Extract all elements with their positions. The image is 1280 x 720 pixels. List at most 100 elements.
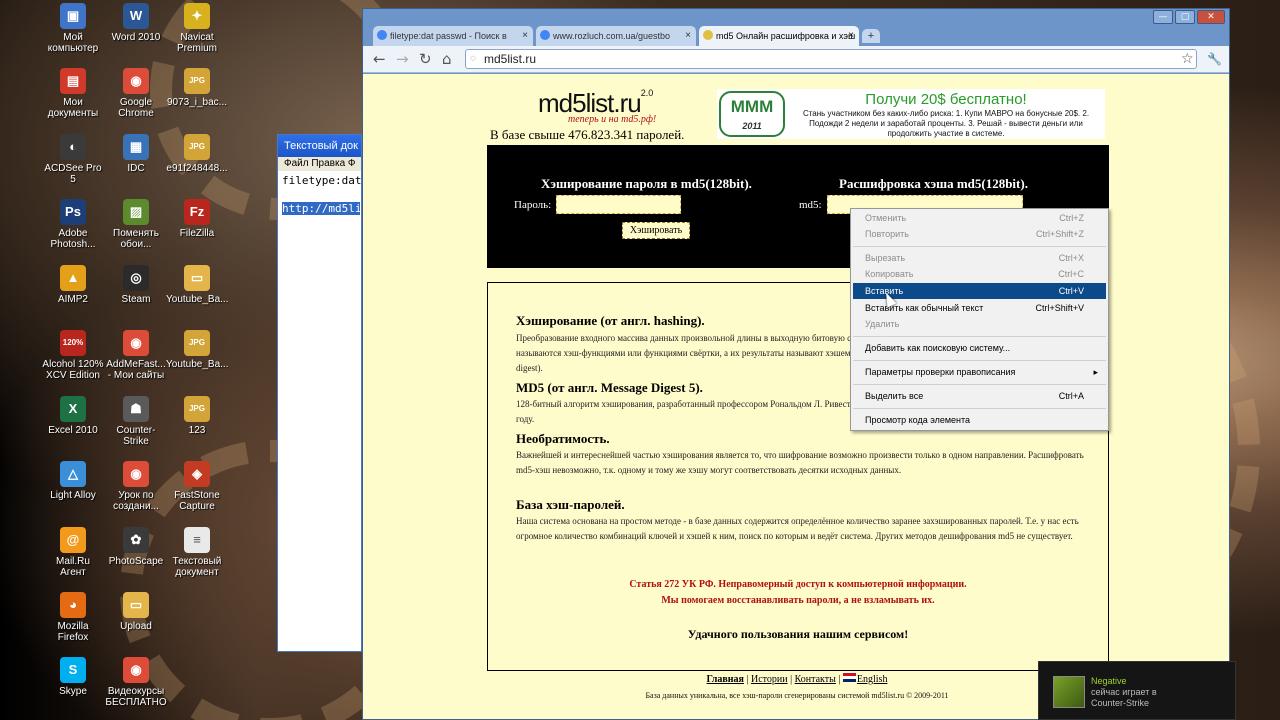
menu-separator [853,384,1106,385]
desktop-icon-jpg-file[interactable]: JPG e91f248448... [166,134,228,174]
desktop-icon-photoshop[interactable]: Ps Adobe Photosh... [42,199,104,250]
menu-item-redo[interactable]: Повторить Ctrl+Shift+Z [853,226,1106,242]
menu-item-shortcut: Ctrl+V [1058,286,1084,296]
desktop-icon-mailru[interactable]: @ Mail.Ru Агент [42,527,104,578]
forward-arrow-icon[interactable]: → [396,50,409,68]
ad-banner[interactable]: МММ 2011 Получи 20$ бесплатно! Стань учас… [717,89,1105,139]
tab-label: filetype:dat passwd - Поиск в [390,31,507,41]
menu-item-label: Просмотр кода элемента [865,415,971,425]
desktop-icon-counter-strike[interactable]: ☗ Counter-Strike [105,396,167,447]
tab-close-icon[interactable]: × [848,26,854,46]
menu-item-select-all[interactable]: Выделить все Ctrl+A [853,388,1106,404]
desktop-icon-firefox[interactable]: ◕ Mozilla Firefox [42,592,104,643]
desktop-icon-light-alloy[interactable]: △ Light Alloy [42,461,104,501]
desktop-icon-label: Light Alloy [50,490,96,501]
desktop-icon-text-document[interactable]: ≡ Текстовый документ [166,527,228,578]
folder-icon: ▭ [123,592,149,618]
desktop-icon-wallpaper[interactable]: ▨ Поменять обои... [105,199,167,250]
footer-link-english[interactable]: English [857,674,888,685]
footer-link-contacts[interactable]: Контакты [795,674,836,685]
notepad-title[interactable]: Текстовый док [278,135,361,157]
desktop-icon-label: Видеокурсы БЕСПЛАТНО [105,686,167,708]
desktop-icon-jpg-file[interactable]: JPG 123 [166,396,228,436]
address-bar[interactable]: ◌ md5list.ru [465,49,1197,69]
password-input[interactable] [556,195,681,214]
notepad-window[interactable]: Текстовый док Файл Правка Ф filetype:dat… [277,134,362,652]
desktop-icon-acdsee[interactable]: ◐ ACDSee Pro 5 [42,134,104,185]
tab-google-search[interactable]: filetype:dat passwd - Поиск в × [373,26,533,46]
footer-link-home[interactable]: Главная [707,674,744,685]
tab-md5list[interactable]: md5 Онлайн расшифровка и хэш × [699,26,859,46]
avatar [1053,676,1085,708]
desktop-icon-my-documents[interactable]: ▤ Мои документы [42,68,104,119]
desktop-icon-aimp[interactable]: ▲ AIMP2 [42,265,104,305]
folder-icon: ▤ [60,68,86,94]
notepad-menu[interactable]: Файл Правка Ф [278,157,361,171]
menu-item-copy[interactable]: Копировать Ctrl+C [853,266,1106,282]
menu-item-cut[interactable]: Вырезать Ctrl+X [853,250,1106,266]
desktop-icon-jpg-file[interactable]: JPG 9073_i_bac... [166,68,228,108]
maximize-button[interactable]: ▢ [1175,10,1195,24]
desktop-icon-label: e91f248448... [166,163,228,174]
computer-icon: ▣ [60,3,86,29]
menu-item-add-search-engine[interactable]: Добавить как поисковую систему... [853,340,1106,356]
text-document-icon: ≡ [184,527,210,553]
desktop-icon-upload[interactable]: ▭ Upload [105,592,167,632]
menu-separator [853,360,1106,361]
close-button[interactable]: ✕ [1197,10,1225,24]
desktop-icon-chrome[interactable]: ◉ Урок по создани... [105,461,167,512]
faststone-icon: ◈ [184,461,210,487]
minimize-button[interactable]: — [1153,10,1173,24]
footer-link-stories[interactable]: Истории [751,674,788,685]
back-arrow-icon[interactable]: ← [373,50,386,68]
desktop-icon-chrome[interactable]: ◉ Google Chrome [105,68,167,119]
new-tab-button[interactable]: + [862,29,880,43]
desktop-icon-jpg-file[interactable]: JPG Youtube_Ba... [166,330,228,370]
desktop-icon-chrome[interactable]: ◉ Видеокурсы БЕСПЛАТНО [105,657,167,708]
desktop-icon-folder[interactable]: ▭ Youtube_Ba... [166,265,228,305]
notepad-text-line[interactable]: filetype:dat [278,174,361,187]
chrome-icon: ◉ [123,657,149,683]
desktop-icon-navicat[interactable]: ✦ Navicat Premium [166,3,228,54]
menu-item-shortcut: Ctrl+C [1058,269,1084,279]
wrench-icon[interactable]: 🔧 [1207,50,1222,68]
menu-item-label: Выделить все [865,391,924,401]
site-tagline[interactable]: теперь и на md5.рф! [568,114,656,125]
section-title: Необратимость. [516,431,610,446]
menu-item-spellcheck-options[interactable]: Параметры проверки правописания ▸ [853,364,1106,380]
desktop-icon-idc[interactable]: ▦ IDC [105,134,167,174]
password-label: Пароль: [514,199,552,211]
desktop-icon-filezilla[interactable]: Fz FileZilla [166,199,228,239]
menu-item-undo[interactable]: Отменить Ctrl+Z [853,210,1106,226]
home-icon[interactable]: ⌂ [442,50,452,68]
steam-notification[interactable]: Negative сейчас играет в Counter-Strike [1038,661,1236,720]
reload-icon[interactable]: ↻ [419,50,432,68]
hash-button[interactable]: Хэшировать [622,222,690,239]
menu-item-inspect[interactable]: Просмотр кода элемента [853,412,1106,428]
desktop-icon-word[interactable]: W Word 2010 [105,3,167,43]
photoshop-icon: Ps [60,199,86,225]
menu-item-delete[interactable]: Удалить [853,316,1106,332]
menu-item-shortcut: Ctrl+A [1058,391,1084,401]
desktop-icon-steam[interactable]: ◎ Steam [105,265,167,305]
desktop-icon-label: 9073_i_bac... [166,97,228,108]
jpg-file-icon: JPG [184,134,210,160]
desktop-icon-my-computer[interactable]: ▣ Мой компьютер [42,3,104,54]
bookmark-star-icon[interactable]: ☆ [1181,50,1194,68]
desktop-icon-label: FileZilla [179,228,215,239]
tab-rozluch[interactable]: www.rozluch.com.ua/guestbo × [536,26,696,46]
counter-strike-icon: ☗ [123,396,149,422]
photoscape-icon: ✿ [123,527,149,553]
tab-close-icon[interactable]: × [685,26,691,46]
notepad-selected-text[interactable]: http://md5li [282,202,360,215]
skype-icon: S [60,657,86,683]
jpg-file-icon: JPG [184,330,210,356]
desktop-icon-chrome[interactable]: ◉ AddMeFast... - Мои сайты [105,330,167,381]
desktop-icon-alcohol[interactable]: 120% Alcohol 120% XCV Edition [42,330,104,381]
desktop-icon-photoscape[interactable]: ✿ PhotoScape [105,527,167,567]
ad-logo-text: МММ [730,97,774,116]
tab-close-icon[interactable]: × [522,26,528,46]
desktop-icon-faststone[interactable]: ◈ FastStone Capture [166,461,228,512]
desktop-icon-skype[interactable]: S Skype [42,657,104,697]
desktop-icon-excel[interactable]: X Excel 2010 [42,396,104,436]
